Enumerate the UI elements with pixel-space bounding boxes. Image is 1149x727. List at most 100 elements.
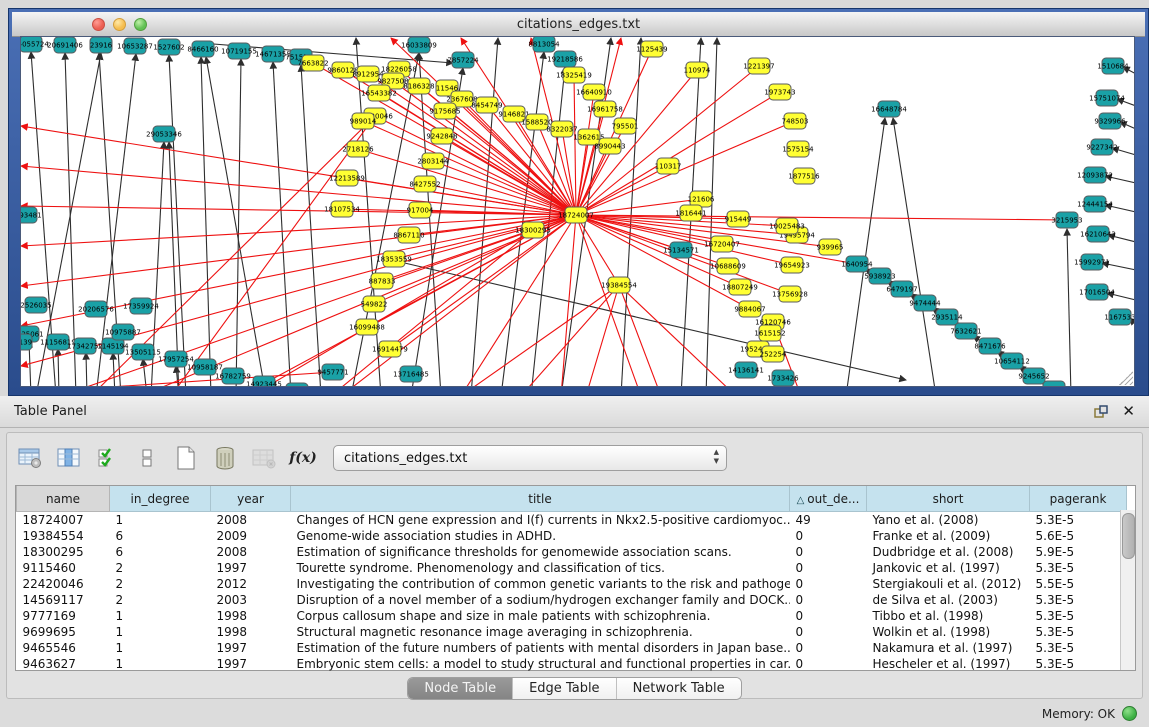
graph-node[interactable]: 1510684 bbox=[1097, 58, 1129, 74]
graph-node[interactable]: 9474444 bbox=[909, 295, 941, 311]
graph-node[interactable]: 8990443 bbox=[594, 138, 625, 154]
table-cell[interactable]: 1998 bbox=[211, 608, 291, 624]
table-cell[interactable]: Changes of HCN gene expression and I(f) … bbox=[291, 512, 790, 529]
graph-node[interactable]: 1993481 bbox=[21, 207, 42, 223]
citation-network-graph[interactable]: 2405572420691406239161065328715276028466… bbox=[21, 37, 1135, 387]
column-header-out_de[interactable]: △out_de... bbox=[790, 486, 867, 512]
table-cell[interactable]: 0 bbox=[790, 624, 867, 640]
table-row[interactable]: 1872400712008Changes of HCN gene express… bbox=[17, 512, 1127, 529]
table-cell[interactable]: 1998 bbox=[211, 624, 291, 640]
table-cell[interactable]: Franke et al. (2009) bbox=[867, 528, 1030, 544]
table-cell[interactable]: 0 bbox=[790, 656, 867, 672]
graph-node[interactable]: 748503 bbox=[782, 113, 809, 129]
graph-node[interactable]: 9329966 bbox=[1094, 113, 1126, 129]
table-settings-icon[interactable] bbox=[17, 445, 43, 471]
table-cell[interactable]: 0 bbox=[790, 608, 867, 624]
graph-node[interactable]: 915449 bbox=[725, 211, 752, 227]
graph-node[interactable]: 9242848 bbox=[426, 128, 457, 144]
table-cell[interactable]: Genome-wide association studies in ADHD. bbox=[291, 528, 790, 544]
graph-node[interactable]: 3215953 bbox=[1051, 212, 1082, 228]
table-cell[interactable]: 5.3E-5 bbox=[1030, 512, 1127, 529]
graph-node[interactable]: 19218586 bbox=[547, 51, 583, 67]
graph-node[interactable]: 2526035 bbox=[21, 297, 52, 313]
table-cell[interactable]: 5.5E-5 bbox=[1030, 576, 1127, 592]
graph-node[interactable]: 7857224 bbox=[447, 52, 479, 68]
table-cell[interactable]: 6 bbox=[110, 528, 211, 544]
graph-node[interactable]: 9884067 bbox=[734, 301, 765, 317]
table-cell[interactable]: 9465546 bbox=[17, 640, 110, 656]
graph-node[interactable]: 15751074 bbox=[1089, 90, 1125, 106]
table-cell[interactable]: Wolkin et al. (1998) bbox=[867, 624, 1030, 640]
table-cell[interactable]: 2009 bbox=[211, 528, 291, 544]
table-cell[interactable]: 1 bbox=[110, 624, 211, 640]
new-table-icon[interactable] bbox=[173, 445, 199, 471]
table-cell[interactable]: 14569117 bbox=[17, 592, 110, 608]
graph-node[interactable]: 924501 bbox=[1041, 381, 1068, 387]
graph-node[interactable]: 8867110 bbox=[393, 227, 424, 243]
table-cell[interactable]: 1997 bbox=[211, 640, 291, 656]
table-cell[interactable]: 1997 bbox=[211, 560, 291, 576]
table-cell[interactable]: 2003 bbox=[211, 592, 291, 608]
table-cell[interactable]: 9699695 bbox=[17, 624, 110, 640]
table-row[interactable]: 946362711997Embryonic stem cells: a mode… bbox=[17, 656, 1127, 672]
tab-network-table[interactable]: Network Table bbox=[617, 678, 741, 699]
graph-node[interactable]: 23916 bbox=[90, 37, 113, 53]
table-cell[interactable]: 1 bbox=[110, 512, 211, 529]
graph-node[interactable]: 795501 bbox=[612, 118, 639, 134]
table-cell[interactable]: 0 bbox=[790, 528, 867, 544]
graph-node[interactable]: 8466160 bbox=[187, 41, 218, 57]
table-row[interactable]: 1830029562008Estimation of significance … bbox=[17, 544, 1127, 560]
row-height-icon[interactable] bbox=[134, 445, 160, 471]
table-cell[interactable]: 19384554 bbox=[17, 528, 110, 544]
graph-node[interactable]: 24055724 bbox=[21, 37, 49, 52]
table-row[interactable]: 911546021997Tourette syndrome. Phenomeno… bbox=[17, 560, 1127, 576]
graph-node[interactable]: 989014 bbox=[350, 113, 377, 129]
table-row[interactable]: 1456911722003Disruption of a novel membe… bbox=[17, 592, 1127, 608]
graph-node[interactable]: 13716485 bbox=[393, 366, 429, 382]
table-cell[interactable]: 5.3E-5 bbox=[1030, 640, 1127, 656]
graph-node[interactable]: 1816441 bbox=[675, 205, 706, 221]
graph-node[interactable]: 16210643 bbox=[1080, 226, 1116, 242]
column-header-year[interactable]: year bbox=[211, 486, 291, 512]
graph-node[interactable]: 1640954 bbox=[841, 256, 873, 272]
table-cell[interactable]: 5.3E-5 bbox=[1030, 624, 1127, 640]
table-scrollbar[interactable] bbox=[1120, 510, 1135, 670]
table-cell[interactable]: 2 bbox=[110, 576, 211, 592]
network-canvas[interactable]: 2405572420691406239161065328715276028466… bbox=[20, 36, 1135, 387]
tab-node-table[interactable]: Node Table bbox=[408, 678, 513, 699]
delete-table-icon[interactable] bbox=[251, 445, 277, 471]
table-cell[interactable]: 1997 bbox=[211, 656, 291, 672]
table-cell[interactable]: Tibbo et al. (1998) bbox=[867, 608, 1030, 624]
table-cell[interactable]: 2008 bbox=[211, 512, 291, 529]
graph-node[interactable]: 887833 bbox=[369, 273, 396, 289]
graph-node[interactable]: 19384554 bbox=[601, 277, 637, 293]
table-cell[interactable]: Stergiakouli et al. (2012) bbox=[867, 576, 1030, 592]
graph-node[interactable]: 29053346 bbox=[146, 126, 182, 142]
table-cell[interactable]: 1 bbox=[110, 656, 211, 672]
graph-node[interactable]: 12444154 bbox=[1077, 196, 1113, 212]
table-cell[interactable]: 5.3E-5 bbox=[1030, 592, 1127, 608]
column-header-pagerank[interactable]: pagerank bbox=[1030, 486, 1127, 512]
table-cell[interactable]: 18300295 bbox=[17, 544, 110, 560]
graph-node[interactable]: 2803144 bbox=[417, 153, 449, 169]
graph-node[interactable]: 5938923 bbox=[864, 268, 895, 284]
table-cell[interactable]: Tourette syndrome. Phenomenology and cla… bbox=[291, 560, 790, 576]
table-cell[interactable]: Estimation of significance thresholds fo… bbox=[291, 544, 790, 560]
graph-node[interactable]: 20206576 bbox=[78, 301, 114, 317]
table-cell[interactable]: 18724007 bbox=[17, 512, 110, 529]
table-cell[interactable]: Disruption of a novel member of a sodium… bbox=[291, 592, 790, 608]
graph-node[interactable]: 6479197 bbox=[886, 281, 917, 297]
graph-node[interactable]: 2718126 bbox=[342, 141, 374, 157]
graph-node[interactable]: 9227342 bbox=[1086, 139, 1117, 155]
graph-node[interactable]: 8471676 bbox=[974, 338, 1006, 354]
table-cell[interactable]: 2012 bbox=[211, 576, 291, 592]
graph-node[interactable]: 19654923 bbox=[774, 257, 810, 273]
graph-node[interactable]: 549822 bbox=[361, 296, 388, 312]
graph-node[interactable]: 1575154 bbox=[782, 141, 814, 157]
float-panel-icon[interactable] bbox=[1093, 404, 1109, 420]
table-cell[interactable]: Corpus callosum shape and size in male p… bbox=[291, 608, 790, 624]
window-titlebar[interactable]: citations_edges.txt bbox=[12, 12, 1145, 37]
graph-node[interactable]: 16640910 bbox=[576, 84, 612, 100]
graph-node[interactable]: 1615152 bbox=[754, 325, 785, 341]
attribute-table[interactable]: namein_degreeyeartitle△out_de...shortpag… bbox=[16, 486, 1127, 672]
